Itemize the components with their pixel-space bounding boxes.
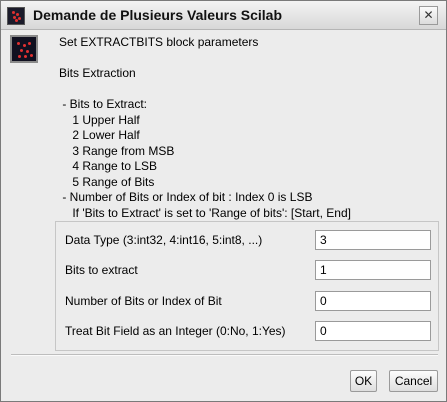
message-line: - Bits to Extract: [59, 97, 148, 111]
message-line: Set EXTRACTBITS block parameters [59, 35, 259, 49]
separator [11, 354, 438, 356]
scilab-message-icon [10, 35, 38, 63]
bits-to-extract-input[interactable] [315, 260, 431, 280]
message-line: 4 Range to LSB [59, 159, 158, 173]
data-type-label: Data Type (3:int32, 4:int16, 5:int8, ...… [65, 233, 263, 247]
message-line [59, 51, 439, 67]
message-line: 5 Range of Bits [59, 174, 155, 189]
window-title: Demande de Plusieurs Valeurs Scilab [33, 7, 282, 23]
cancel-button[interactable]: Cancel [389, 370, 438, 392]
close-icon[interactable]: ✕ [419, 6, 438, 25]
field-row-data-type: Data Type (3:int32, 4:int16, 5:int8, ...… [65, 230, 435, 250]
field-row-bits-to-extract: Bits to extract [65, 260, 435, 280]
message-line: If 'Bits to Extract' is set to 'Range of… [59, 205, 351, 220]
message-line: 3 Range from MSB [59, 143, 175, 158]
bits-to-extract-label: Bits to extract [65, 263, 138, 277]
scilab-app-icon [7, 7, 25, 25]
message-line: - Number of Bits or Index of bit : Index… [59, 190, 313, 204]
treat-as-integer-input[interactable] [315, 321, 431, 341]
message-line: 1 Upper Half [59, 112, 140, 127]
dialog-window: Demande de Plusieurs Valeurs Scilab ✕ Se… [0, 0, 447, 402]
title-bar[interactable]: Demande de Plusieurs Valeurs Scilab ✕ [1, 1, 446, 30]
treat-as-integer-label: Treat Bit Field as an Integer (0:No, 1:Y… [65, 324, 286, 338]
field-row-treat-as-integer: Treat Bit Field as an Integer (0:No, 1:Y… [65, 321, 435, 341]
number-of-bits-label: Number of Bits or Index of Bit [65, 294, 222, 308]
message-line [59, 82, 439, 98]
data-type-input[interactable] [315, 230, 431, 250]
ok-button[interactable]: OK [350, 370, 377, 392]
message-line: Bits Extraction [59, 66, 136, 80]
message-line: 2 Lower Half [59, 128, 140, 142]
number-of-bits-input[interactable] [315, 291, 431, 311]
dialog-message: Set EXTRACTBITS block parameters Bits Ex… [59, 35, 439, 221]
field-row-number-of-bits: Number of Bits or Index of Bit [65, 291, 435, 311]
